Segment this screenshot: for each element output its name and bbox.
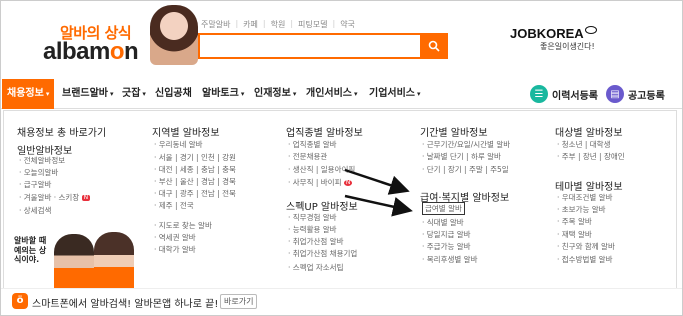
- nav-item-business[interactable]: 기업서비스 ▾: [369, 79, 421, 109]
- menu-link[interactable]: · 전체알바정보: [19, 157, 65, 165]
- menu-period-title[interactable]: 기간별 알바정보: [420, 124, 488, 139]
- menu-link[interactable]: · 단기 | 장기 | 주말 | 주5일: [422, 166, 509, 174]
- menu-region-title[interactable]: 지역별 알바정보: [152, 124, 220, 139]
- menu-link[interactable]: · 대학가 알바: [154, 246, 196, 254]
- menu-link[interactable]: · 청소년 | 대학생: [557, 141, 610, 149]
- menu-link[interactable]: · 주부 | 장년 | 장애인: [557, 153, 625, 161]
- menu-industry-title[interactable]: 업직종별 알바정보: [286, 124, 363, 139]
- menu-link[interactable]: · 스펙업 자소서팁: [288, 264, 343, 272]
- promo-text: 알바할 때 예의는 상식이야.: [14, 236, 47, 265]
- document-icon: ▤: [606, 85, 624, 103]
- menu-link[interactable]: · 취업가산점 알바: [288, 238, 343, 246]
- quick-link[interactable]: 약국: [340, 19, 355, 30]
- nav-item-jobs[interactable]: 채용정보 ▾: [2, 79, 55, 109]
- menu-link[interactable]: · 우리동네 알바: [154, 141, 203, 149]
- quick-link[interactable]: 피팅모델: [298, 19, 327, 30]
- jobkorea-slogan: 좋은일이생긴다!: [540, 42, 595, 51]
- menu-link[interactable]: · 대구 | 광주 | 전남 | 전북: [154, 190, 236, 198]
- resume-icon: ☰: [530, 85, 548, 103]
- menu-link[interactable]: · 재택 알바: [557, 231, 592, 239]
- menu-link[interactable]: · 근무기간/요일/시간별 알바: [422, 141, 510, 149]
- menu-link[interactable]: · 업직종별 알바: [288, 141, 337, 149]
- post-register-button[interactable]: ▤ 공고등록: [606, 83, 665, 105]
- menu-link[interactable]: · 지도로 찾는 알바: [154, 222, 212, 230]
- menu-link[interactable]: · 당일지급 알바: [422, 231, 471, 239]
- menu-link[interactable]: · 전문채용관: [288, 153, 327, 161]
- app-shortcut-button[interactable]: 바로가기: [220, 294, 258, 309]
- menu-link[interactable]: · 겨울알바 · 스키장 N: [19, 194, 91, 202]
- jobkorea-logo[interactable]: JOBKOREA: [510, 26, 597, 41]
- menu-link[interactable]: · 능력활용 알바: [288, 226, 337, 234]
- main-nav: 채용정보 ▾ 브랜드알바 ▾ 긋잡 ▾ 신입공채 알바토크 ▾ 인재정보 ▾ 개인서비스 ▾…: [0, 79, 683, 109]
- search-input[interactable]: [198, 33, 448, 59]
- quick-link[interactable]: 카페: [243, 19, 258, 30]
- menu-link[interactable]: · 제주 | 전국: [154, 202, 194, 210]
- albamon-app-icon: ö: [12, 293, 28, 309]
- menu-link[interactable]: · 친구와 함께 알바: [557, 243, 615, 251]
- menu-general-title[interactable]: 일반알바정보: [17, 142, 72, 157]
- search-icon: [428, 40, 440, 52]
- menu-link[interactable]: · 상세검색: [19, 207, 51, 215]
- nav-item-personal[interactable]: 개인서비스 ▾: [306, 79, 358, 109]
- menu-link[interactable]: · 주급가능 알바: [422, 243, 471, 251]
- menu-link[interactable]: · 우대조건별 알바: [557, 194, 612, 202]
- menu-link[interactable]: · 대전 | 세종 | 충남 | 충북: [154, 166, 236, 174]
- quick-search-links: 주말알바 | 카페 | 학원 | 피팅모델 | 약국: [201, 19, 355, 30]
- nav-item-talk[interactable]: 알바토크 ▾: [202, 79, 244, 109]
- menu-link[interactable]: · 역세권 알바: [154, 234, 196, 242]
- menu-link[interactable]: · 생산직 | 일용아이픽: [288, 166, 355, 174]
- quick-link[interactable]: 학원: [271, 19, 286, 30]
- menu-target-title[interactable]: 대상별 알바정보: [555, 124, 623, 139]
- nav-item-newgrad[interactable]: 신입공채: [155, 79, 192, 109]
- menu-spec-title[interactable]: 스펙UP 알바정보: [286, 198, 358, 213]
- menu-link[interactable]: · 오늘의알바: [19, 169, 58, 177]
- menu-link[interactable]: · 접수방법별 알바: [557, 256, 612, 264]
- menu-theme-title[interactable]: 테마별 알바정보: [555, 178, 623, 193]
- app-promo-bar: ö 스마트폰에서 알바검색! 알바몬앱 하나로 끝! 바로가기: [0, 288, 683, 316]
- menu-link[interactable]: · 부산 | 울산 | 경남 | 경북: [154, 178, 236, 186]
- albamon-logo[interactable]: albamon: [43, 38, 139, 66]
- menu-link[interactable]: · 급구알바: [19, 181, 51, 189]
- menu-link[interactable]: · 취업가산점 채용기업: [288, 250, 357, 258]
- menu-total-link[interactable]: 채용정보 총 바로가기: [17, 124, 106, 139]
- new-badge: N: [81, 194, 91, 201]
- menu-link[interactable]: · 서울 | 경기 | 인천 | 강원: [154, 154, 236, 162]
- nav-item-talent[interactable]: 인재정보 ▾: [254, 79, 296, 109]
- menu-link-salary[interactable]: 급여별 알바: [422, 202, 465, 215]
- nav-item-gutjob[interactable]: 긋잡 ▾: [122, 79, 146, 109]
- search-button[interactable]: [420, 33, 448, 59]
- new-badge: N: [343, 179, 353, 186]
- menu-link[interactable]: · 초보가능 알바: [557, 206, 606, 214]
- quick-link[interactable]: 주말알바: [201, 19, 230, 30]
- app-promo-text: 스마트폰에서 알바검색! 알바몬앱 하나로 끝!: [32, 299, 219, 310]
- menu-link[interactable]: · 날짜별 단기 | 하루 알바: [422, 153, 501, 161]
- menu-link[interactable]: · 식대별 알바: [422, 219, 464, 227]
- nav-item-brand[interactable]: 브랜드알바 ▾: [62, 79, 114, 109]
- menu-link[interactable]: · 복리후생별 알바: [422, 256, 477, 264]
- menu-link[interactable]: · 직무경험 알바: [288, 214, 337, 222]
- menu-link[interactable]: · 사무직 | 바이피 N: [288, 179, 353, 187]
- menu-link[interactable]: · 주목 알바: [557, 218, 592, 226]
- resume-register-button[interactable]: ☰ 이력서등록: [530, 83, 598, 105]
- model-photo: [150, 5, 198, 65]
